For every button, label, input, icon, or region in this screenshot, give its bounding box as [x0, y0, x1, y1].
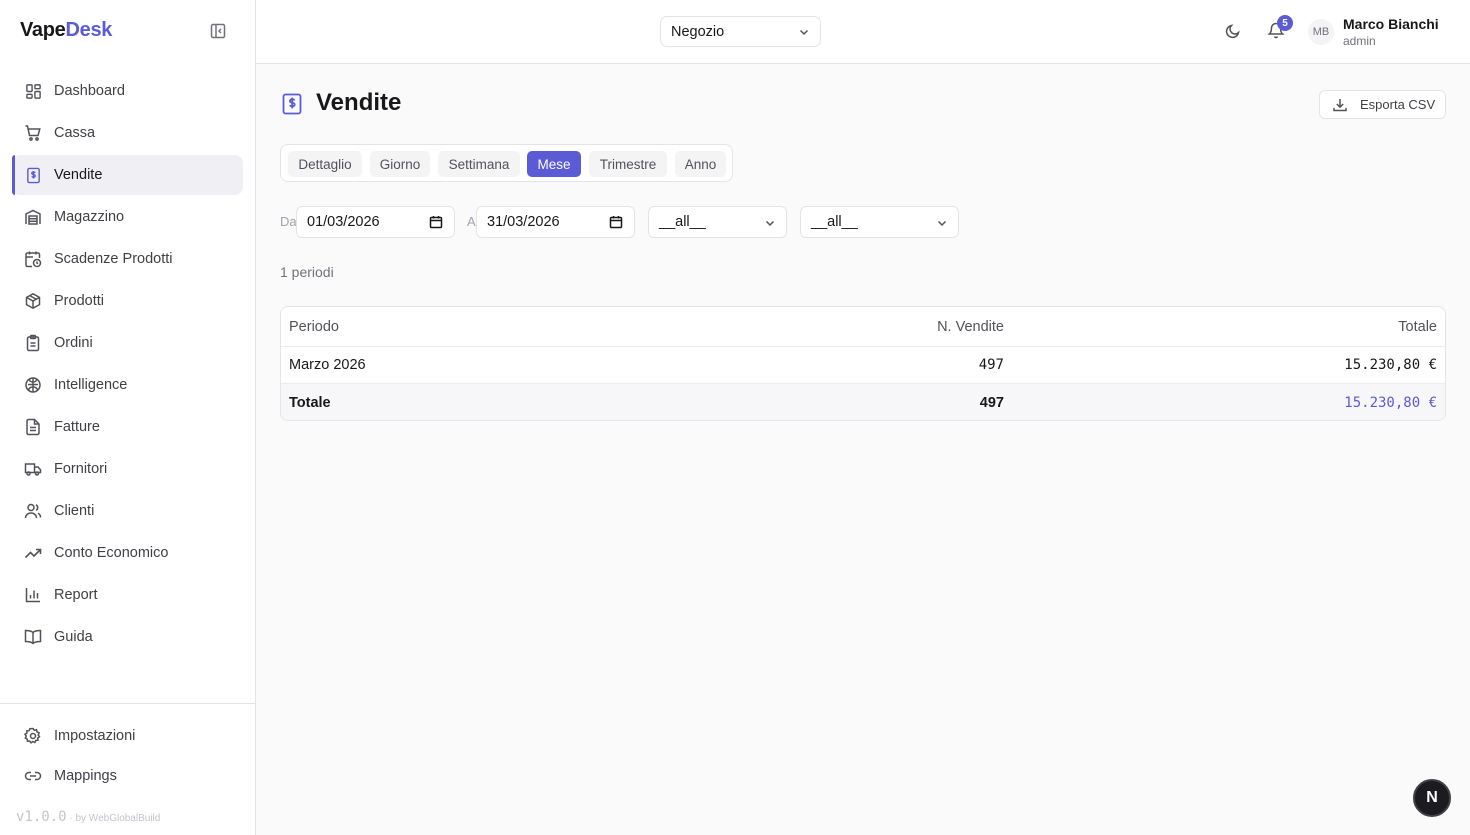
chevron-down-icon: [764, 217, 776, 233]
sidebar-item-impostazioni[interactable]: Impostazioni: [12, 716, 243, 756]
sidebar-bottom: Impostazioni Mappings: [0, 703, 255, 796]
sidebar-item-vendite[interactable]: Vendite: [12, 155, 243, 195]
tab-mese[interactable]: Mese: [527, 151, 581, 177]
users-icon: [24, 502, 42, 520]
version-info: v1.0.0 · by WebGlobalBuild: [16, 809, 161, 825]
brand-logo[interactable]: VapeDesk: [20, 19, 112, 42]
gear-icon: [24, 727, 42, 745]
top-bar: Negozio 5 MB Marco Bianchi admin: [256, 0, 1470, 64]
brain-icon: [24, 376, 42, 394]
period-tabs: Dettaglio Giorno Settimana Mese Trimestr…: [280, 144, 733, 182]
chevron-down-icon: [936, 217, 948, 233]
receipt-icon: [282, 93, 302, 120]
filter-select-2[interactable]: __all__: [800, 206, 959, 238]
calendar-icon[interactable]: [609, 215, 623, 233]
sidebar-item-cassa[interactable]: Cassa: [12, 113, 243, 153]
period-count: 1 periodi: [280, 264, 334, 280]
table-row[interactable]: Marzo 2026 497 15.230,80 €: [281, 347, 1445, 384]
total-label: Totale: [289, 394, 331, 411]
date-to-input[interactable]: 31/03/2026: [476, 206, 635, 238]
sidebar-item-dashboard[interactable]: Dashboard: [12, 71, 243, 111]
sidebar-nav: Dashboard Cassa Vendite Magazzino Scaden…: [12, 71, 243, 659]
col-n-vendite[interactable]: N. Vendite: [937, 307, 1004, 346]
sidebar-item-prodotti[interactable]: Prodotti: [12, 281, 243, 321]
from-label: Da: [280, 214, 297, 229]
dashboard-icon: [24, 82, 42, 100]
tab-settimana[interactable]: Settimana: [438, 151, 520, 177]
floating-action-button[interactable]: N: [1413, 779, 1451, 817]
user-name: Marco Bianchi: [1343, 16, 1439, 32]
sidebar-item-guida[interactable]: Guida: [12, 617, 243, 657]
cell-n-vendite: 497: [978, 357, 1004, 373]
sidebar-item-fornitori[interactable]: Fornitori: [12, 449, 243, 489]
sales-table: Periodo N. Vendite Totale Marzo 2026 497…: [280, 306, 1446, 421]
to-label: A: [467, 214, 476, 229]
export-csv-button[interactable]: Esporta CSV: [1319, 90, 1446, 119]
user-role: admin: [1343, 34, 1376, 48]
table-header: Periodo N. Vendite Totale: [281, 307, 1445, 347]
warehouse-icon: [24, 208, 42, 226]
link-icon: [24, 767, 42, 785]
book-icon: [24, 628, 42, 646]
date-from-input[interactable]: 01/03/2026: [296, 206, 455, 238]
tab-giorno[interactable]: Giorno: [370, 151, 430, 177]
cell-totale: 15.230,80 €: [1344, 357, 1437, 373]
sidebar-item-mappings[interactable]: Mappings: [12, 756, 243, 796]
receipt-icon: [24, 166, 42, 184]
chevron-down-icon: [798, 26, 810, 42]
clipboard-icon: [24, 334, 42, 352]
theme-toggle-moon-icon[interactable]: [1224, 22, 1242, 45]
truck-icon: [24, 460, 42, 478]
total-n-vendite: 497: [979, 394, 1004, 411]
sidebar-item-intelligence[interactable]: Intelligence: [12, 365, 243, 405]
box-icon: [24, 292, 42, 310]
sidebar-item-conto-economico[interactable]: Conto Economico: [12, 533, 243, 573]
calendar-icon[interactable]: [429, 215, 443, 233]
sidebar-item-clienti[interactable]: Clienti: [12, 491, 243, 531]
tab-dettaglio[interactable]: Dettaglio: [288, 151, 362, 177]
trend-icon: [24, 544, 42, 562]
sidebar: VapeDesk Dashboard Cassa Vendite Magazzi…: [0, 0, 256, 835]
tab-trimestre[interactable]: Trimestre: [589, 151, 667, 177]
page-title: Vendite: [316, 89, 402, 116]
col-periodo[interactable]: Periodo: [289, 307, 339, 346]
calendar-clock-icon: [24, 250, 42, 268]
sidebar-item-fatture[interactable]: Fatture: [12, 407, 243, 447]
sidebar-item-report[interactable]: Report: [12, 575, 243, 615]
store-select[interactable]: Negozio: [660, 16, 821, 47]
sidebar-item-ordini[interactable]: Ordini: [12, 323, 243, 363]
col-totale[interactable]: Totale: [1398, 307, 1437, 346]
sidebar-item-scadenze-prodotti[interactable]: Scadenze Prodotti: [12, 239, 243, 279]
tab-anno[interactable]: Anno: [675, 151, 726, 177]
sidebar-collapse-button[interactable]: [209, 22, 229, 42]
sidebar-item-magazzino[interactable]: Magazzino: [12, 197, 243, 237]
table-total-row: Totale 497 15.230,80 €: [281, 384, 1445, 420]
avatar[interactable]: MB: [1308, 19, 1334, 45]
notification-badge: 5: [1277, 15, 1293, 31]
cell-periodo: Marzo 2026: [289, 357, 366, 373]
filter-select-1[interactable]: __all__: [648, 206, 787, 238]
file-icon: [24, 418, 42, 436]
total-amount: 15.230,80 €: [1344, 394, 1437, 411]
cart-icon: [24, 124, 42, 142]
bar-chart-icon: [24, 586, 42, 604]
